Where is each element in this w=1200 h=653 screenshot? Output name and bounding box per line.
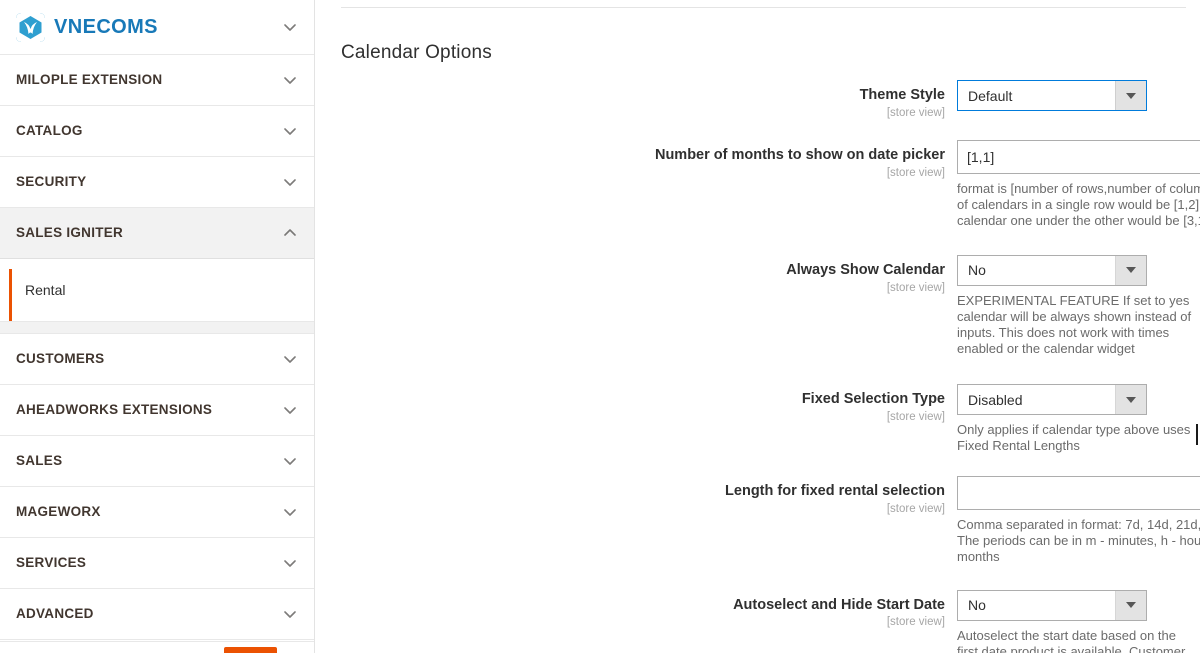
- sidebar-item-sales[interactable]: SALES: [0, 436, 314, 487]
- theme-style-select[interactable]: Default: [957, 80, 1147, 111]
- sidebar-item-customers[interactable]: CUSTOMERS: [0, 334, 314, 385]
- field-label: Fixed Selection Type: [801, 391, 945, 408]
- sidebar-subnav: Rental: [0, 259, 314, 334]
- field-label: Length for fixed rental selection: [725, 483, 945, 500]
- field-label-col: Autoselect and Hide Start Date [store vi…: [315, 590, 957, 630]
- chevron-up-icon[interactable]: [282, 225, 298, 241]
- select-value: No: [968, 263, 986, 278]
- sidebar-footer-button[interactable]: [224, 647, 277, 653]
- sidebar-item-label: CATALOG: [16, 122, 83, 138]
- field-control-col: No EXPERIMENTAL FEATURE If set to yes ca…: [957, 254, 1200, 356]
- sidebar-item-label: SERVICES: [16, 554, 87, 570]
- sidebar-item-label: MILOPLE EXTENSION: [16, 71, 163, 87]
- chevron-down-icon[interactable]: [282, 174, 298, 190]
- main-content: Calendar Options Theme Style [store view…: [315, 0, 1200, 653]
- top-divider: [341, 7, 1186, 8]
- field-row-theme-style: Theme Style [store view] Default: [315, 80, 1200, 120]
- chevron-down-icon[interactable]: [282, 504, 298, 520]
- active-indicator: [9, 269, 12, 321]
- autoselect-hide-start-date-select[interactable]: No: [957, 589, 1147, 621]
- sidebar-item-sales-igniter[interactable]: SALES IGNITER: [0, 208, 314, 259]
- field-label-col: Always Show Calendar [store view]: [315, 255, 957, 295]
- sidebar-subitem-label: Rental: [25, 282, 66, 298]
- sidebar-footer: [0, 641, 314, 653]
- field-row-always-show-calendar: Always Show Calendar [store view] No EXP…: [315, 254, 1200, 356]
- admin-configuration-page: VNECOMS MILOPLE EXTENSION CATALOG SECURI…: [0, 0, 1200, 653]
- field-control-col: Default: [957, 80, 1200, 111]
- field-label: Theme Style: [859, 87, 945, 103]
- field-scope: [store view]: [886, 166, 945, 179]
- brand-name: VNECOMS: [54, 16, 158, 38]
- sidebar-item-aheadworks-extensions[interactable]: AHEADWORKS EXTENSIONS: [0, 385, 314, 436]
- field-control-col: Comma separated in format: 7d, 14d, 21d,…: [957, 476, 1200, 565]
- number-of-months-input[interactable]: [957, 140, 1200, 175]
- sidebar-item-services[interactable]: SERVICES: [0, 538, 314, 589]
- field-row-length-fixed-rental: Length for fixed rental selection [store…: [315, 476, 1200, 565]
- fixed-selection-type-select[interactable]: Disabled: [957, 384, 1147, 416]
- field-help-text: Only applies if calendar type above uses…: [957, 422, 1191, 454]
- field-label: Always Show Calendar: [786, 261, 945, 278]
- field-label-col: Number of months to show on date picker …: [315, 140, 957, 180]
- field-control-col: Disabled Only applies if calendar type a…: [957, 384, 1200, 454]
- field-label: Autoselect and Hide Start Date: [733, 596, 945, 613]
- sidebar-item-milople-extension[interactable]: MILOPLE EXTENSION: [0, 55, 314, 106]
- brand-logo-wrap: VNECOMS: [16, 12, 282, 42]
- chevron-down-icon[interactable]: [282, 453, 298, 469]
- sidebar-item-catalog[interactable]: CATALOG: [0, 106, 314, 157]
- sidebar-item-label: SECURITY: [16, 173, 87, 189]
- select-value: No: [968, 598, 986, 613]
- field-help-text: Autoselect the start date based on the f…: [957, 627, 1186, 653]
- field-scope: [store view]: [886, 281, 945, 294]
- text-cursor: [1196, 424, 1198, 445]
- field-label-col: Fixed Selection Type [store view]: [315, 384, 957, 424]
- select-value: Default: [968, 88, 1013, 103]
- field-label: Number of months to show on date picker: [654, 147, 945, 164]
- chevron-down-icon[interactable]: [282, 123, 298, 139]
- chevron-down-icon[interactable]: [282, 402, 298, 418]
- chevron-down-icon[interactable]: [282, 19, 298, 35]
- field-control-col: No Autoselect the start date based on th…: [957, 589, 1200, 653]
- chevron-down-icon[interactable]: [282, 72, 298, 88]
- sidebar-item-label: MAGEWORX: [16, 503, 101, 519]
- vnecoms-logo-icon: [16, 12, 45, 42]
- field-label-col: Length for fixed rental selection [store…: [315, 476, 957, 516]
- settings-field-list: Theme Style [store view] Default Number …: [315, 80, 1200, 653]
- field-help-text: format is [number of rows,number of colu…: [957, 181, 1200, 229]
- sidebar-item-security[interactable]: SECURITY: [0, 157, 314, 208]
- sidebar-item-mageworx[interactable]: MAGEWORX: [0, 487, 314, 538]
- sidebar-item-label: ADVANCED: [16, 605, 94, 621]
- sidebar-item-label: CUSTOMERS: [16, 350, 105, 366]
- admin-sidebar: VNECOMS MILOPLE EXTENSION CATALOG SECURI…: [0, 0, 315, 653]
- chevron-down-icon[interactable]: [282, 351, 298, 367]
- field-scope: [store view]: [886, 502, 945, 515]
- chevron-down-icon[interactable]: [282, 555, 298, 571]
- chevron-down-icon[interactable]: [1115, 81, 1146, 110]
- field-scope: [store view]: [886, 616, 945, 629]
- field-label-col: Theme Style [store view]: [315, 80, 957, 120]
- field-control-col: format is [number of rows,number of colu…: [957, 140, 1200, 229]
- chevron-down-icon[interactable]: [282, 606, 298, 622]
- sidebar-item-rental[interactable]: Rental: [0, 259, 314, 321]
- field-row-autoselect-hide-start-date: Autoselect and Hide Start Date [store vi…: [315, 589, 1200, 653]
- subnav-divider: [0, 321, 314, 333]
- field-help-text: Comma separated in format: 7d, 14d, 21d,…: [957, 517, 1200, 564]
- chevron-down-icon[interactable]: [1115, 590, 1146, 620]
- chevron-down-icon[interactable]: [1115, 385, 1146, 415]
- select-value: Disabled: [968, 392, 1023, 407]
- field-scope: [store view]: [886, 106, 945, 119]
- chevron-down-icon[interactable]: [1115, 255, 1146, 285]
- length-fixed-rental-input[interactable]: [957, 476, 1200, 511]
- field-row-fixed-selection-type: Fixed Selection Type [store view] Disabl…: [315, 384, 1200, 454]
- sidebar-item-label: SALES IGNITER: [16, 224, 124, 240]
- sidebar-item-label: SALES: [16, 452, 63, 468]
- field-row-number-of-months: Number of months to show on date picker …: [315, 140, 1200, 229]
- sidebar-brand[interactable]: VNECOMS: [0, 0, 314, 55]
- field-help-text: EXPERIMENTAL FEATURE If set to yes calen…: [957, 292, 1192, 356]
- always-show-calendar-select[interactable]: No: [957, 254, 1147, 286]
- sidebar-item-advanced[interactable]: ADVANCED: [0, 589, 314, 640]
- page-title: Calendar Options: [341, 41, 492, 63]
- field-scope: [store view]: [886, 410, 945, 423]
- sidebar-item-label: AHEADWORKS EXTENSIONS: [16, 401, 213, 417]
